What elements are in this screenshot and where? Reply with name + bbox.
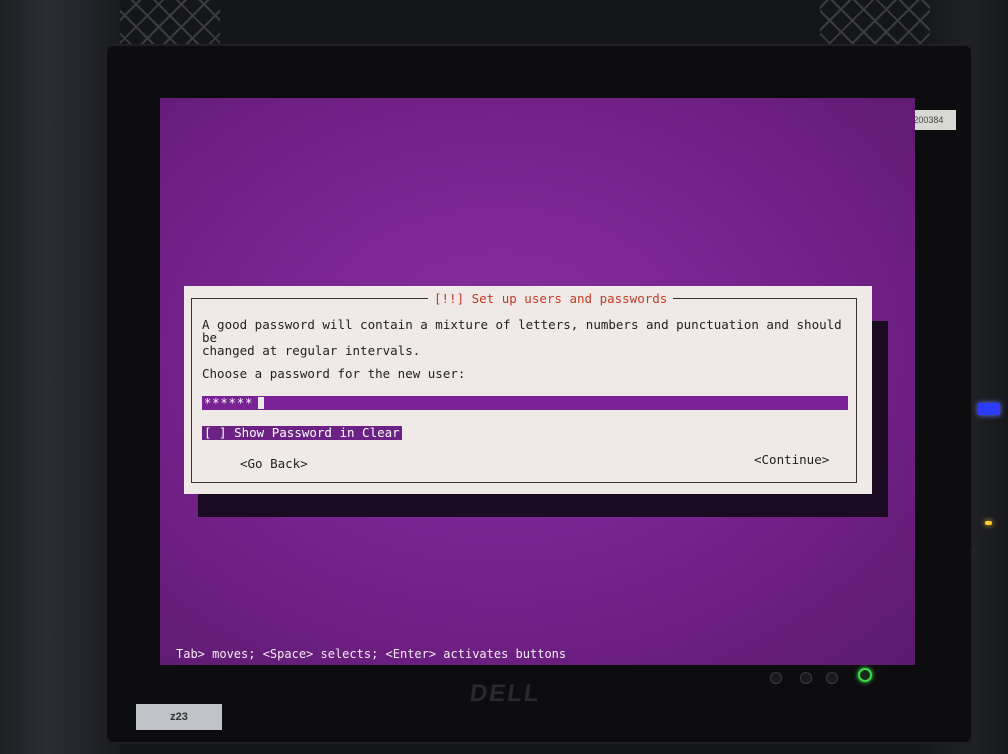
password-masked-value: ******	[204, 396, 254, 410]
password-input[interactable]: ******	[202, 396, 848, 410]
rack-status-display	[978, 403, 1000, 415]
bezel-button[interactable]	[826, 672, 838, 684]
text-cursor	[258, 397, 264, 409]
monitor-sticker: z23	[136, 704, 222, 730]
rack-led	[985, 521, 992, 525]
continue-button[interactable]: <Continue>	[754, 453, 829, 467]
power-icon[interactable]	[858, 668, 872, 682]
dialog-title: [!!] Set up users and passwords	[428, 292, 674, 306]
menu-button[interactable]	[770, 672, 782, 684]
dialog-description: A good password will contain a mixture o…	[202, 317, 842, 358]
go-back-button[interactable]: <Go Back>	[240, 457, 308, 471]
show-password-checkbox[interactable]: [ ] Show Password in Clear	[202, 426, 402, 440]
checkbox-label: Show Password in Clear	[234, 425, 400, 440]
bezel-button[interactable]	[800, 672, 812, 684]
keyboard-hint-bar: Tab> moves; <Space> selects; <Enter> act…	[176, 647, 567, 661]
server-rack-left	[0, 0, 120, 754]
brand-logo: DELL	[468, 680, 543, 707]
setup-users-dialog: [!!] Set up users and passwords A good p…	[184, 286, 872, 494]
password-prompt: Choose a password for the new user:	[202, 366, 466, 381]
checkbox-box: [ ]	[204, 425, 227, 440]
installer-screen: [!!] Set up users and passwords A good p…	[160, 98, 915, 665]
